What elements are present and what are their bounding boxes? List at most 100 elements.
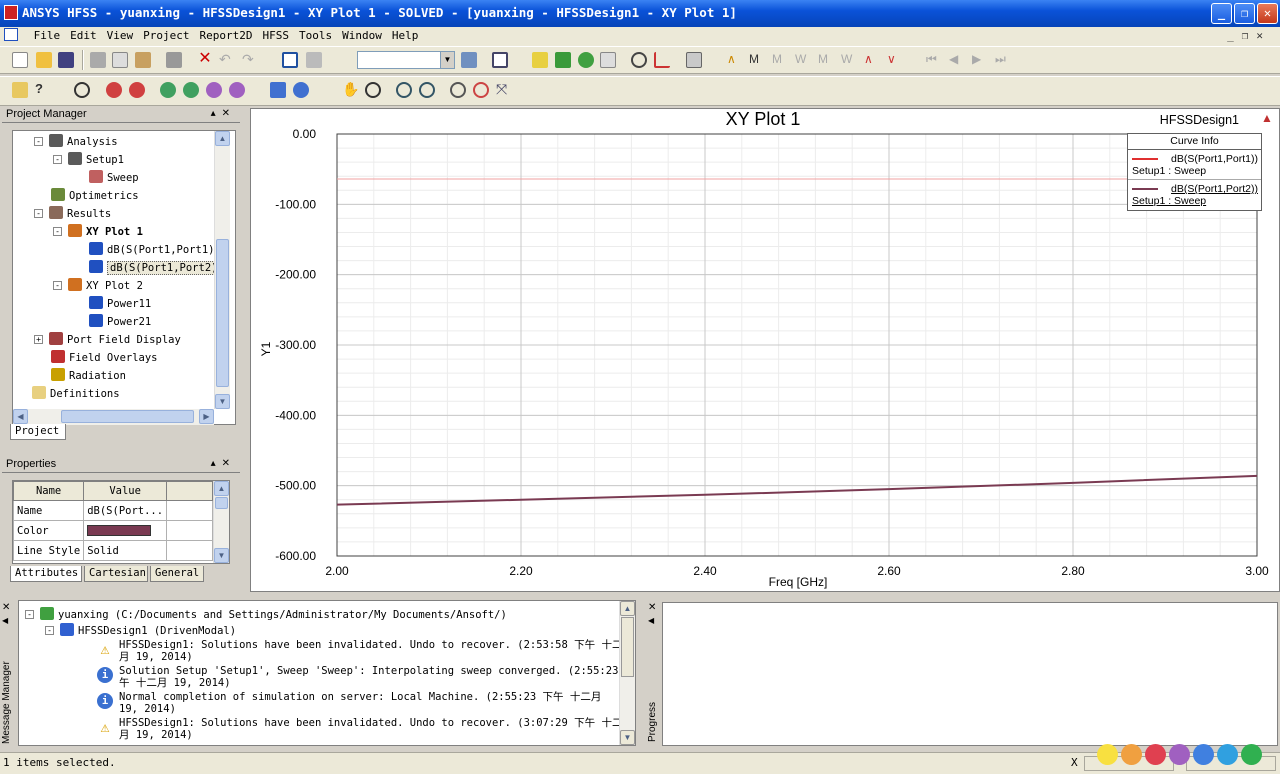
menu-tools[interactable]: Tools — [294, 27, 337, 45]
props-scrollbar[interactable]: ▲ ▼ — [213, 481, 229, 563]
active-view-icon[interactable] — [229, 82, 245, 98]
ime-ch-icon[interactable] — [1121, 744, 1142, 765]
help-icon[interactable]: ? — [35, 82, 51, 98]
tree-item-xy-plot-2[interactable]: - XY Plot 2 — [53, 278, 143, 294]
fit-all-icon[interactable] — [450, 82, 466, 98]
scroll-down-icon[interactable]: ▼ — [214, 548, 229, 563]
prev-frame-icon[interactable]: ◀ — [949, 52, 965, 68]
restore-button[interactable]: ❐ — [1234, 3, 1255, 24]
curve-info-legend[interactable]: Curve Info dB(S(Port1,Port1)) Setup1 : S… — [1127, 133, 1262, 211]
xy-plot-window[interactable]: XY Plot 1 HFSSDesign1 ▲ 2.00 2.20 2.40 2.60… — [250, 108, 1280, 592]
menu-file[interactable]: File — [29, 27, 66, 45]
tree-item-power21[interactable]: Power21 — [72, 314, 151, 330]
tree-item-port-field-display[interactable]: + Port Field Display — [34, 332, 181, 348]
panel-controls[interactable]: ▴✕ — [211, 456, 236, 472]
save-icon[interactable] — [58, 52, 74, 68]
menu-report2d[interactable]: Report2D — [194, 27, 257, 45]
check-icon[interactable] — [555, 52, 571, 68]
delete-icon[interactable]: ✕ — [197, 51, 213, 68]
whats-this-icon[interactable] — [12, 82, 28, 98]
tree-item-field-overlays[interactable]: Field Overlays — [34, 350, 158, 366]
validate-icon[interactable] — [532, 52, 548, 68]
tree-item-analysis[interactable]: - Analysis — [34, 134, 118, 150]
message-item[interactable]: Normal completion of simulation on serve… — [119, 691, 601, 715]
menu-hfss[interactable]: HFSS — [257, 27, 294, 45]
first-frame-icon[interactable]: ⏮ — [926, 52, 942, 68]
next-frame-icon[interactable]: ▶ — [972, 52, 988, 68]
scroll-thumb[interactable] — [216, 239, 229, 387]
plot-fields-icon[interactable] — [654, 52, 670, 68]
xy-plot-chart[interactable]: XY Plot 1 HFSSDesign1 ▲ 2.00 2.20 2.40 2.60… — [251, 109, 1280, 593]
collapse-icon[interactable]: - — [53, 155, 62, 164]
minimize-button[interactable]: _ — [1211, 3, 1232, 24]
data-table-icon[interactable] — [686, 52, 702, 68]
tree-item-xy-plot-1[interactable]: - XY Plot 1 — [53, 224, 143, 240]
show-all-icon[interactable] — [206, 82, 222, 98]
close-icon[interactable]: ✕ — [2, 602, 10, 613]
rotate-icon[interactable] — [365, 82, 381, 98]
menu-edit[interactable]: Edit — [65, 27, 102, 45]
scroll-right-icon[interactable]: ▶ — [199, 409, 214, 424]
report-icon[interactable] — [600, 52, 616, 68]
show-hide-icon[interactable] — [74, 82, 90, 98]
collapse-icon[interactable]: - — [34, 209, 43, 218]
scroll-down-icon[interactable]: ▼ — [215, 394, 230, 409]
coordinate-system-icon[interactable] — [270, 82, 286, 98]
scroll-thumb-h[interactable] — [61, 410, 194, 423]
zoom-out-icon[interactable] — [419, 82, 435, 98]
ime-settings-icon[interactable] — [1169, 744, 1190, 765]
tree-item-db-s-port1-port2-[interactable]: dB(S(Port1,Port2)) — [72, 260, 227, 276]
tree-item-sweep[interactable]: Sweep — [72, 170, 139, 186]
redo-icon[interactable]: ↷ — [242, 52, 258, 68]
units-icon[interactable] — [492, 52, 508, 68]
selection-combo[interactable]: ▼ — [357, 51, 455, 69]
tree-vertical-scrollbar[interactable]: ▲ ▼ — [214, 131, 230, 409]
marker-next-icon[interactable]: M — [818, 52, 834, 68]
tree-item-optimetrics[interactable]: Optimetrics — [34, 188, 139, 204]
tab-cartesian[interactable]: Cartesian — [84, 566, 148, 582]
message-item[interactable]: Solution Setup 'Setup1', Sweep 'Sweep': … — [119, 665, 635, 689]
ime-simplified-icon[interactable] — [1193, 744, 1214, 765]
scroll-up-icon[interactable]: ▲ — [215, 131, 230, 146]
legend-entry-s21[interactable]: dB(S(Port1,Port2)) Setup1 : Sweep — [1128, 180, 1261, 210]
radiation-pattern-icon[interactable]: ∧ — [727, 52, 743, 68]
fit-selection-icon[interactable] — [473, 82, 489, 98]
zoom-in-icon[interactable] — [396, 82, 412, 98]
tree-item-power11[interactable]: Power11 — [72, 296, 151, 312]
panel-pin-icon[interactable]: ◀ — [2, 616, 8, 625]
orient-icon[interactable]: ⤧ — [496, 82, 512, 98]
panel-pin-icon[interactable]: ◀ — [648, 616, 654, 625]
menu-window[interactable]: Window — [337, 27, 387, 45]
menu-view[interactable]: View — [102, 27, 139, 45]
tab-attributes[interactable]: Attributes — [10, 566, 82, 582]
collapse-icon[interactable]: - — [53, 281, 62, 290]
collapse-icon[interactable]: - — [53, 227, 62, 236]
chevron-down-icon[interactable]: ▼ — [440, 52, 454, 68]
collapse-icon[interactable]: - — [34, 137, 43, 146]
menu-help[interactable]: Help — [387, 27, 424, 45]
marker-icon[interactable]: M — [749, 52, 765, 68]
scroll-up-icon[interactable]: ▲ — [214, 481, 229, 496]
prop-linestyle-value[interactable]: Solid — [83, 540, 168, 561]
menu-project[interactable]: Project — [138, 27, 194, 45]
new-file-icon[interactable] — [12, 52, 28, 68]
tab-project[interactable]: Project — [10, 424, 66, 440]
panel-controls[interactable]: ▴✕ — [211, 106, 236, 122]
close-button[interactable]: ✕ — [1257, 3, 1278, 24]
show-selected-icon[interactable] — [183, 82, 199, 98]
last-frame-icon[interactable]: ⏭ — [995, 52, 1011, 68]
color-swatch[interactable] — [87, 525, 152, 536]
tree-item-setup1[interactable]: - Setup1 — [53, 152, 124, 168]
hide-all-icon[interactable] — [129, 82, 145, 98]
tree-horizontal-scrollbar[interactable]: ◀ ▶ — [13, 409, 214, 425]
close-icon[interactable]: ✕ — [648, 602, 656, 613]
show-object-icon[interactable] — [160, 82, 176, 98]
marker-min-icon[interactable]: M — [772, 52, 788, 68]
move-icon[interactable] — [306, 52, 322, 68]
marker-max-icon[interactable]: W — [795, 52, 811, 68]
undo-icon[interactable]: ↶ — [219, 52, 235, 68]
tree-item-definitions[interactable]: Definitions — [15, 386, 120, 402]
ime-menu-icon[interactable] — [1241, 744, 1262, 765]
zoom-plot-icon[interactable] — [631, 52, 647, 68]
pan-icon[interactable]: ✋ — [342, 82, 359, 98]
